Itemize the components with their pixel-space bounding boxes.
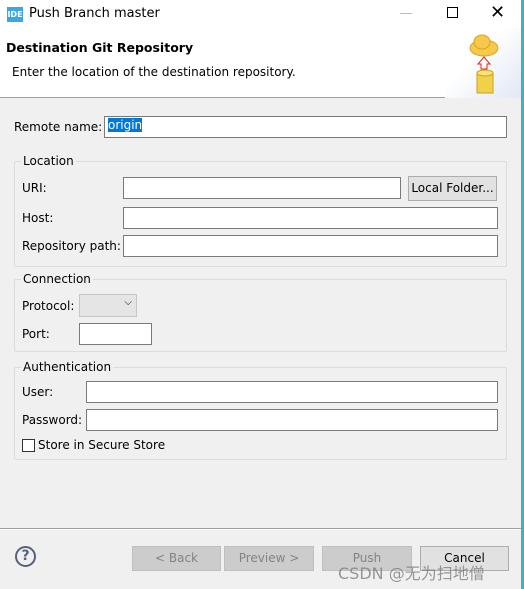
local-folder-button[interactable]: Local Folder... [408,176,497,201]
port-label: Port: [22,327,50,341]
close-button[interactable]: ✕ [490,2,505,23]
store-secure-label[interactable]: Store in Secure Store [38,438,165,452]
password-label: Password: [22,413,83,427]
wizard-header: Destination Git Repository Enter the loc… [0,28,524,98]
app-icon: IDE [7,7,23,22]
user-label: User: [22,385,54,399]
repository-path-label: Repository path: [22,239,121,253]
port-input[interactable] [79,323,152,345]
password-input[interactable] [86,409,498,431]
window-title: Push Branch master [29,6,160,21]
repository-path-input[interactable] [123,235,498,257]
protocol-select[interactable]: ⌵ [79,294,137,317]
protocol-label: Protocol: [22,299,75,313]
remote-name-label: Remote name: [14,120,103,134]
remote-name-value: origin [108,118,143,132]
watermark: CSDN @无为扫地僧 [338,564,485,583]
remote-name-input[interactable]: origin [104,116,507,138]
connection-legend: Connection [21,272,93,286]
back-button[interactable]: < Back [132,546,221,571]
footer-separator [0,528,524,530]
location-legend: Location [21,154,76,168]
chevron-down-icon: ⌵ [124,297,132,308]
title-bar: IDE Push Branch master ✕ [0,0,524,28]
uri-input[interactable] [123,177,401,199]
help-icon[interactable]: ? [15,546,36,567]
user-input[interactable] [86,381,498,403]
uri-label: URI: [22,181,47,195]
cloud-push-icon [469,34,499,94]
store-secure-checkbox[interactable] [22,439,35,452]
host-input[interactable] [123,207,498,229]
maximize-button[interactable] [447,7,458,18]
host-label: Host: [22,211,54,225]
authentication-legend: Authentication [21,360,114,374]
page-title: Destination Git Repository [6,40,194,55]
preview-button[interactable]: Preview > [224,546,314,571]
minimize-button[interactable] [400,13,412,14]
page-description: Enter the location of the destination re… [12,65,296,79]
